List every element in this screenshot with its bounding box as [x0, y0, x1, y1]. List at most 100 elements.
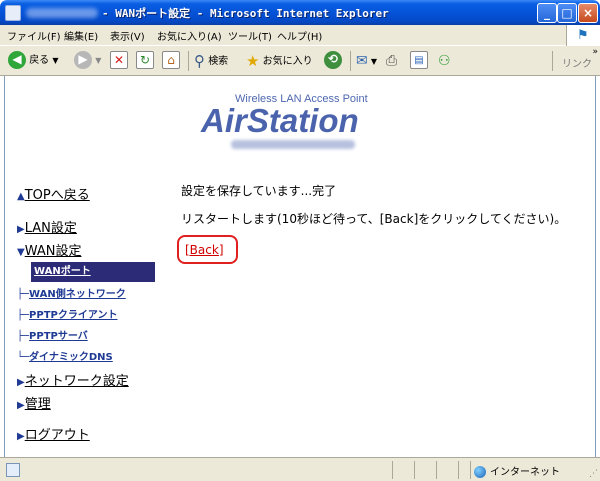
print-button[interactable]: ⎙ [386, 51, 397, 71]
status-divider [436, 461, 437, 479]
back-arrow-icon: ◀ [8, 51, 26, 69]
menu-view[interactable]: 表示(V) [110, 28, 145, 43]
status-divider [414, 461, 415, 479]
mail-icon: ✉ [356, 53, 368, 69]
airstation-logo: AirStation [201, 102, 359, 139]
windows-flag-icon: ⚑ [577, 28, 589, 43]
nav-top-link[interactable]: TOPへ戻る [25, 188, 90, 203]
toolbar-separator [552, 51, 553, 71]
status-divider [458, 461, 459, 479]
triangle-right-icon: ▶ [17, 400, 25, 411]
mail-dropdown-icon[interactable]: ▼ [371, 57, 377, 66]
forward-dropdown-icon[interactable]: ▼ [95, 56, 101, 65]
star-icon: ★ [246, 52, 260, 70]
nav-wan-network[interactable]: ├─WAN側ネットワーク [17, 285, 126, 300]
menu-help[interactable]: ヘルプ(H) [277, 28, 322, 43]
nav-network-link[interactable]: ネットワーク設定 [25, 374, 129, 389]
search-button[interactable]: ⚲ 検索 [194, 51, 228, 71]
tree-branch-icon: ├─ [17, 289, 30, 300]
history-icon: ⟲ [324, 51, 342, 69]
nav-admin-link[interactable]: 管理 [25, 397, 51, 412]
menu-favorites[interactable]: お気に入り(A) [157, 28, 222, 43]
resize-grip-icon[interactable]: ⋰ [589, 469, 598, 479]
internet-zone: インターネット [474, 463, 560, 478]
edit-button[interactable]: ▤ [410, 51, 428, 71]
nav-network[interactable]: ▶ネットワーク設定 [17, 370, 129, 389]
nav-wan-network-link[interactable]: WAN側ネットワーク [29, 289, 126, 300]
status-divider [470, 461, 471, 479]
stop-icon: ✕ [110, 51, 128, 69]
back-button[interactable]: ◀ 戻る ▼ [8, 51, 59, 71]
menu-tools[interactable]: ツール(T) [228, 28, 272, 43]
chevron-right-icon[interactable]: » [592, 47, 598, 57]
nav-wan[interactable]: ▼WAN設定 [17, 240, 81, 259]
nav-admin[interactable]: ▶管理 [17, 393, 51, 412]
nav-pptp-client-link[interactable]: PPTPクライアント [29, 310, 117, 321]
toolbar-separator [350, 51, 351, 71]
tree-branch-icon: ├─ [17, 331, 30, 342]
nav-top[interactable]: ▲TOPへ戻る [17, 184, 90, 203]
triangle-right-icon: ▶ [17, 377, 25, 388]
page-content: Wireless LAN Access Point AirStation ▲TO… [4, 76, 596, 457]
toolbar-separator [188, 51, 189, 71]
nav-lan-link[interactable]: LAN設定 [25, 221, 77, 236]
tree-branch-icon: ├─ [17, 310, 30, 321]
search-icon: ⚲ [194, 52, 205, 70]
title-redacted [26, 8, 98, 18]
status-divider [392, 461, 393, 479]
nav-wan-port[interactable]: WANポート [31, 262, 155, 282]
zone-label: インターネット [490, 467, 560, 478]
nav-logout-link[interactable]: ログアウト [25, 428, 90, 443]
favorites-label: お気に入り [262, 56, 313, 67]
forward-button[interactable]: ▶ ▼ [74, 51, 101, 71]
status-bar: インターネット ⋰ [0, 457, 600, 481]
stop-button[interactable]: ✕ [110, 51, 128, 71]
nav-pptp-server-link[interactable]: PPTPサーバ [29, 331, 88, 342]
back-highlight: [Back] [177, 235, 238, 264]
menu-edit[interactable]: 編集(E) [64, 28, 98, 43]
messenger-icon: ⚇ [438, 53, 451, 69]
back-link[interactable]: [Back] [185, 243, 224, 257]
model-redacted [231, 140, 355, 149]
links-label[interactable]: リンク [562, 55, 592, 70]
tree-end-icon: └─ [17, 352, 30, 363]
nav-wan-link[interactable]: WAN設定 [25, 244, 82, 259]
nav-logout[interactable]: ▶ログアウト [17, 424, 90, 443]
title-bar: - WANポート設定 - Microsoft Internet Explorer… [0, 0, 600, 25]
minimize-button[interactable]: _ [537, 3, 557, 23]
history-button[interactable]: ⟲ [324, 51, 342, 71]
home-button[interactable]: ⌂ [162, 51, 180, 71]
favorites-button[interactable]: ★ お気に入り [246, 51, 313, 71]
back-dropdown-icon[interactable]: ▼ [52, 56, 58, 65]
menu-file[interactable]: ファイル(F) [7, 28, 61, 43]
restart-message: リスタートします(10秒ほど待って、[Back]をクリックしてください)。 [181, 212, 567, 226]
search-label: 検索 [208, 56, 229, 67]
menu-bar: ファイル(F) 編集(E) 表示(V) お気に入り(A) ツール(T) ヘルプ(… [0, 25, 600, 46]
triangle-up-icon: ▲ [17, 191, 25, 202]
triangle-down-icon: ▼ [17, 247, 25, 258]
back-label: 戻る [29, 55, 50, 66]
nav-ddns[interactable]: └─ダイナミックDNS [17, 348, 113, 363]
window-title: - WANポート設定 - Microsoft Internet Explorer [102, 7, 389, 20]
nav-lan[interactable]: ▶LAN設定 [17, 217, 77, 236]
triangle-right-icon: ▶ [17, 431, 25, 442]
nav-ddns-link[interactable]: ダイナミックDNS [29, 352, 113, 363]
windows-logo: ⚑ [566, 25, 600, 46]
printer-icon: ⎙ [386, 53, 398, 69]
nav-pptp-server[interactable]: ├─PPTPサーバ [17, 327, 88, 342]
saving-message: 設定を保存しています...完了 [181, 184, 337, 198]
triangle-right-icon: ▶ [17, 224, 25, 235]
mail-button[interactable]: ✉ ▼ [356, 51, 377, 71]
close-button[interactable]: × [578, 3, 598, 23]
nav-pptp-client[interactable]: ├─PPTPクライアント [17, 306, 117, 321]
ie-page-icon [5, 5, 21, 21]
refresh-icon: ↻ [136, 51, 154, 69]
edit-page-icon: ▤ [410, 51, 428, 69]
page-status-icon [6, 463, 20, 477]
home-icon: ⌂ [162, 51, 180, 69]
maximize-button[interactable]: □ [557, 3, 577, 23]
messenger-button[interactable]: ⚇ [438, 51, 451, 71]
refresh-button[interactable]: ↻ [136, 51, 154, 71]
nav-wan-port-link[interactable]: WANポート [34, 266, 91, 277]
globe-icon [474, 466, 486, 478]
